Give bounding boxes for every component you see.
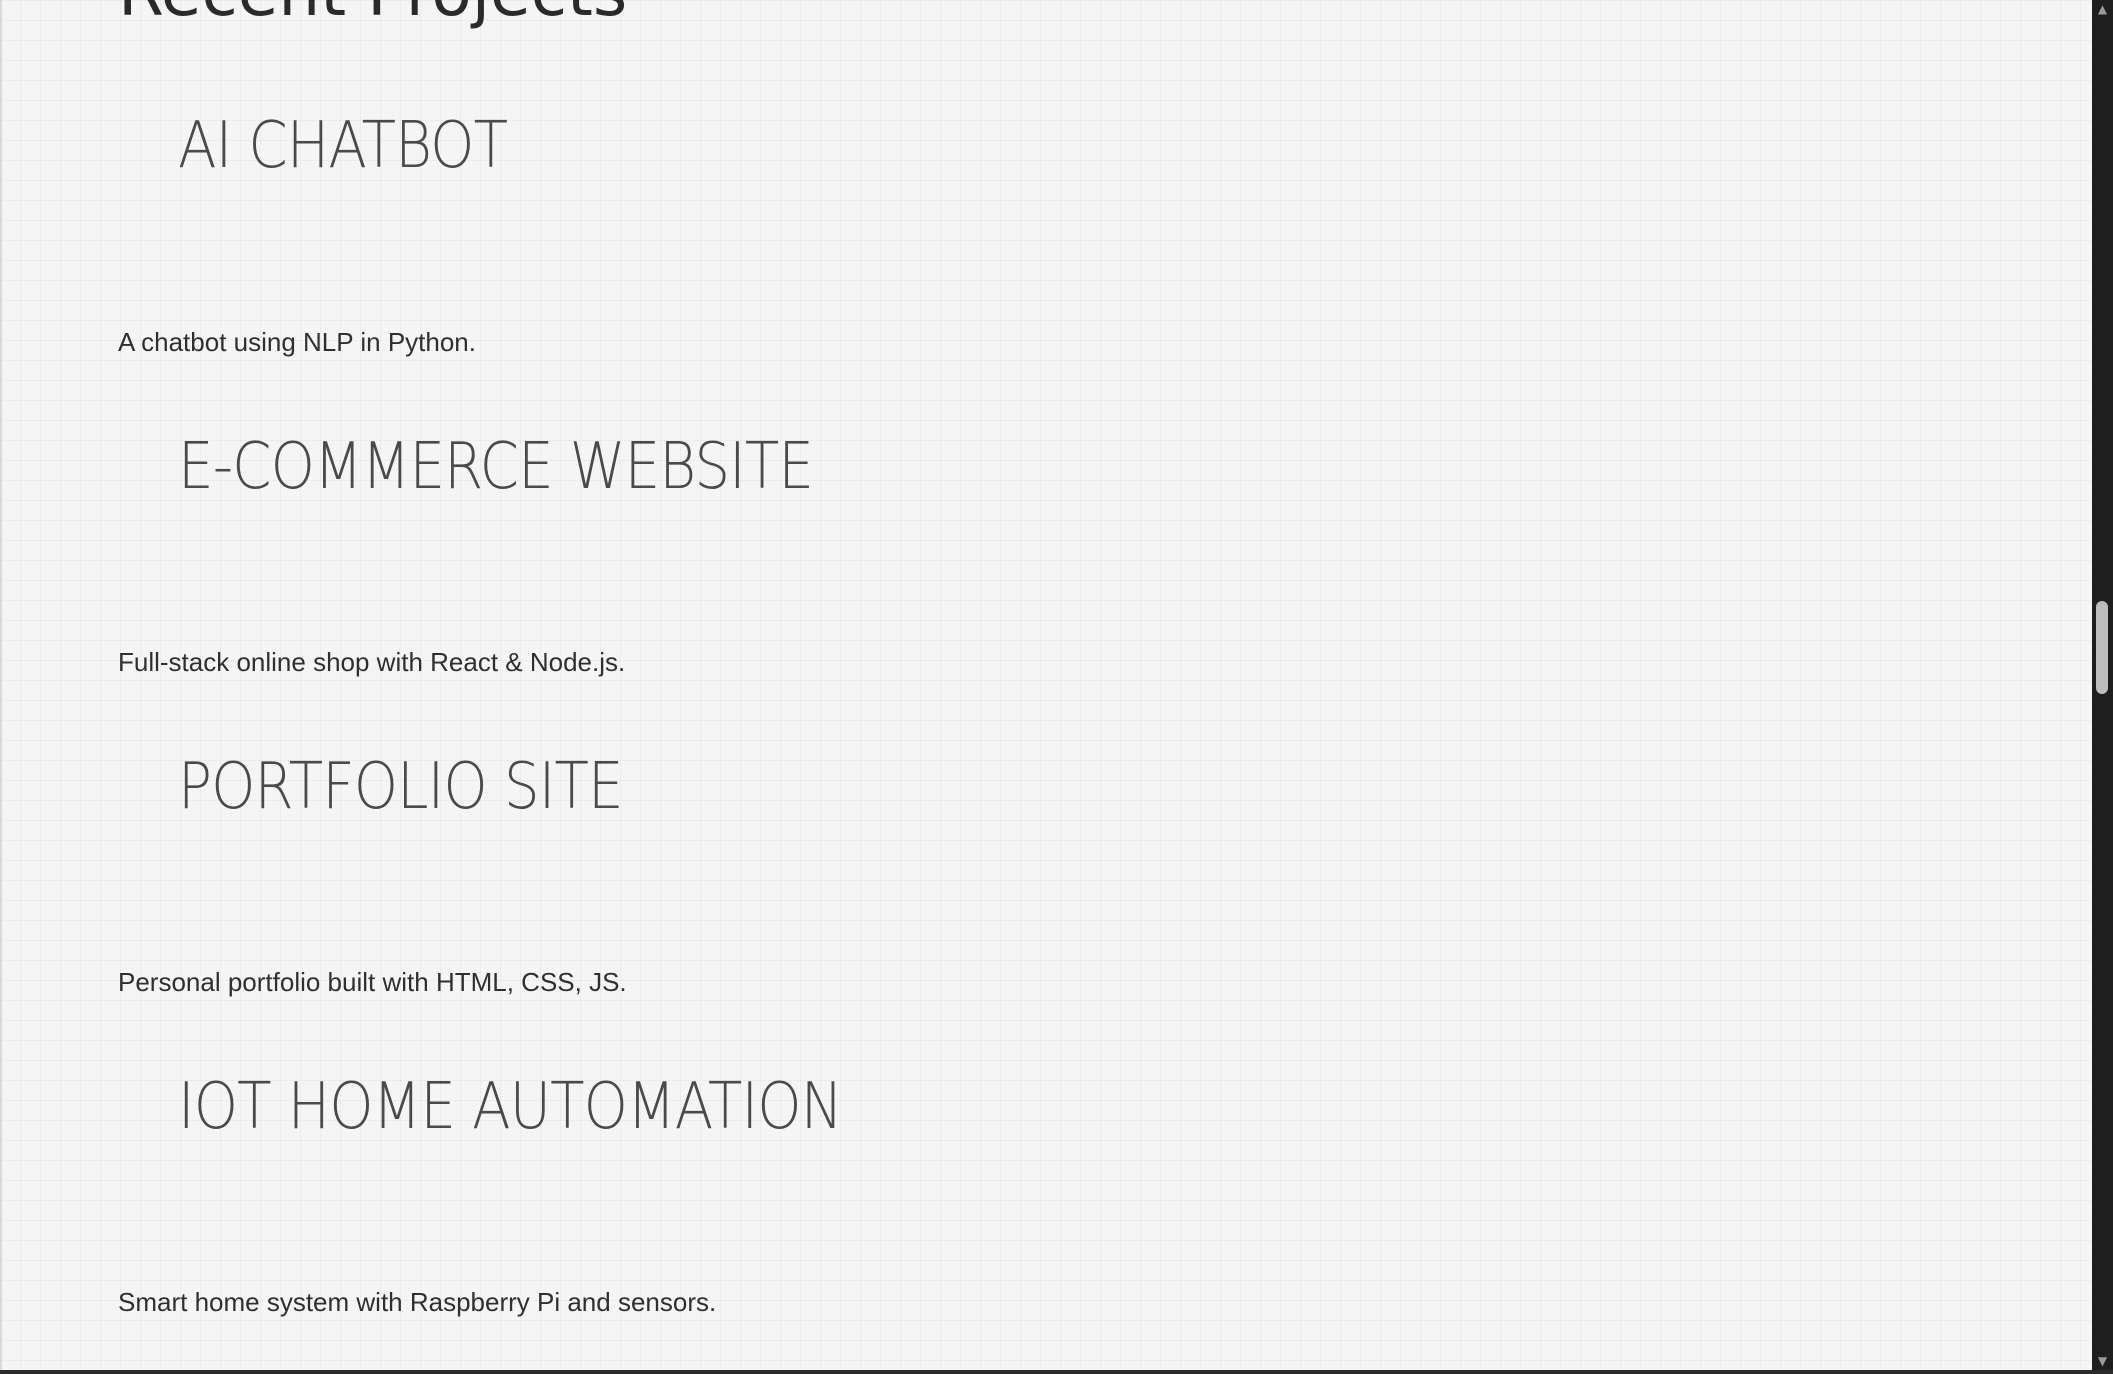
scroll-up-arrow-icon[interactable]: ▲ xyxy=(2092,0,2113,18)
project-description-e-commerce-website: Full-stack online shop with React & Node… xyxy=(118,647,626,677)
window-bottom-edge xyxy=(0,1370,2113,1374)
scroll-down-arrow-icon[interactable]: ▼ xyxy=(2092,1352,2113,1370)
project-title-e-commerce-website: E-COMMERCE WEBSITE xyxy=(178,430,814,504)
project-description-ai-chatbot: A chatbot using NLP in Python. xyxy=(118,327,476,357)
vertical-scrollbar[interactable]: ▲ ▼ xyxy=(2092,0,2113,1370)
project-title-iot-home-automation: IOT HOME AUTOMATION xyxy=(178,1070,843,1144)
page-viewport: Recent Projects AI CHATBOT A chatbot usi… xyxy=(0,0,2092,1370)
scrollbar-thumb[interactable] xyxy=(2096,601,2108,694)
project-description-portfolio-site: Personal portfolio built with HTML, CSS,… xyxy=(118,967,627,997)
project-title-portfolio-site: PORTFOLIO SITE xyxy=(178,750,624,824)
project-title-ai-chatbot: AI CHATBOT xyxy=(178,109,508,183)
section-title: Recent Projects xyxy=(118,0,627,26)
left-edge-shadow xyxy=(0,0,3,1370)
project-description-iot-home-automation: Smart home system with Raspberry Pi and … xyxy=(118,1287,717,1317)
